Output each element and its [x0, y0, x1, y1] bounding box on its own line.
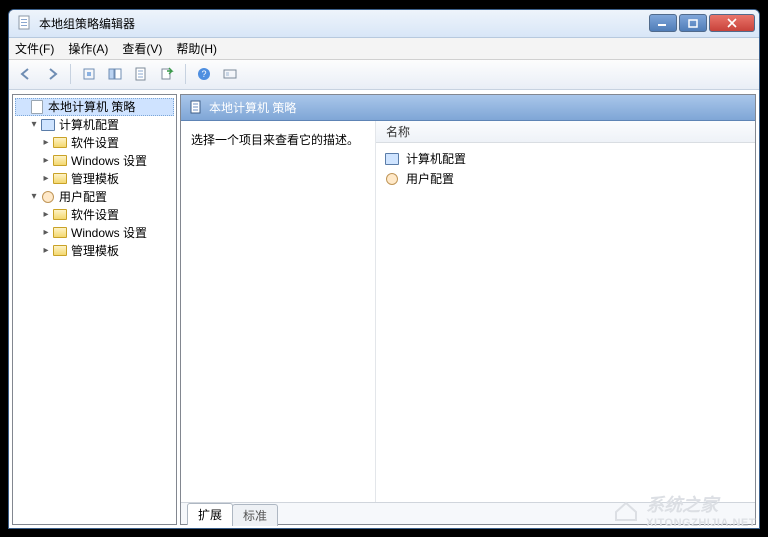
content-area: ▸ 本地计算机 策略 ▾ 计算机配置 ▸ 软件设置 ▸ Windows 设置 ▸: [9, 90, 759, 528]
tree-item-label: 计算机配置: [59, 116, 119, 133]
tree-item-label: Windows 设置: [71, 224, 147, 241]
tree-item-label: 软件设置: [71, 134, 119, 151]
tree-root-label: 本地计算机 策略: [48, 98, 135, 115]
description-pane: 选择一个项目来查看它的描述。: [181, 121, 376, 502]
folder-icon: [52, 171, 68, 187]
folder-icon: [52, 243, 68, 259]
export-button[interactable]: [156, 63, 178, 85]
svg-text:?: ?: [201, 69, 206, 79]
folder-icon: [52, 153, 68, 169]
expand-icon[interactable]: ▸: [41, 209, 51, 220]
app-icon: [17, 15, 33, 31]
tree-software-settings[interactable]: ▸ 软件设置: [15, 206, 174, 224]
computer-icon: [384, 151, 400, 167]
show-hide-tree-button[interactable]: [104, 63, 126, 85]
expand-icon[interactable]: ▸: [41, 155, 51, 166]
column-header-label: 名称: [386, 123, 410, 140]
list-item-label: 计算机配置: [406, 150, 466, 167]
tree-software-settings[interactable]: ▸ 软件设置: [15, 134, 174, 152]
tree-item-label: Windows 设置: [71, 152, 147, 169]
user-icon: [384, 171, 400, 187]
menu-view[interactable]: 查看(V): [122, 40, 162, 57]
list-item[interactable]: 用户配置: [384, 169, 747, 189]
tree-user-config[interactable]: ▾ 用户配置: [15, 188, 174, 206]
expand-icon[interactable]: ▸: [41, 227, 51, 238]
user-icon: [40, 189, 56, 205]
toolbar-separator: [185, 64, 186, 84]
tree-root[interactable]: ▸ 本地计算机 策略: [15, 98, 174, 116]
details-pane: 本地计算机 策略 选择一个项目来查看它的描述。 名称 计算机配置: [180, 94, 756, 525]
window-buttons: [649, 14, 755, 32]
minimize-button[interactable]: [649, 14, 677, 32]
window-title: 本地组策略编辑器: [39, 15, 649, 32]
tab-bar: 扩展 标准: [181, 502, 755, 524]
expand-icon[interactable]: ▸: [41, 245, 51, 256]
menu-action[interactable]: 操作(A): [68, 40, 108, 57]
tree-computer-config[interactable]: ▾ 计算机配置: [15, 116, 174, 134]
properties-button[interactable]: [130, 63, 152, 85]
list-item[interactable]: 计算机配置: [384, 149, 747, 169]
menu-file[interactable]: 文件(F): [15, 40, 54, 57]
tree-item-label: 管理模板: [71, 170, 119, 187]
help-button[interactable]: ?: [193, 63, 215, 85]
up-level-button[interactable]: [78, 63, 100, 85]
column-header-name[interactable]: 名称: [376, 121, 755, 143]
tree-admin-templates[interactable]: ▸ 管理模板: [15, 242, 174, 260]
description-text: 选择一个项目来查看它的描述。: [191, 133, 359, 147]
computer-icon: [40, 117, 56, 133]
tab-extended[interactable]: 扩展: [187, 503, 233, 525]
menubar: 文件(F) 操作(A) 查看(V) 帮助(H): [9, 38, 759, 60]
tree-pane[interactable]: ▸ 本地计算机 策略 ▾ 计算机配置 ▸ 软件设置 ▸ Windows 设置 ▸: [12, 94, 177, 525]
details-header: 本地计算机 策略: [181, 95, 755, 121]
tab-standard[interactable]: 标准: [232, 504, 278, 526]
forward-button[interactable]: [41, 63, 63, 85]
list-pane: 名称 计算机配置 用户配置: [376, 121, 755, 502]
toolbar-separator: [70, 64, 71, 84]
tree-windows-settings[interactable]: ▸ Windows 设置: [15, 152, 174, 170]
document-icon: [29, 99, 45, 115]
toolbar: ?: [9, 60, 759, 90]
collapse-icon[interactable]: ▾: [29, 119, 39, 130]
tree-windows-settings[interactable]: ▸ Windows 设置: [15, 224, 174, 242]
menu-help[interactable]: 帮助(H): [176, 40, 217, 57]
details-header-title: 本地计算机 策略: [209, 99, 296, 116]
tree-item-label: 管理模板: [71, 242, 119, 259]
back-button[interactable]: [15, 63, 37, 85]
maximize-button[interactable]: [679, 14, 707, 32]
tree-admin-templates[interactable]: ▸ 管理模板: [15, 170, 174, 188]
window: 本地组策略编辑器 文件(F) 操作(A) 查看(V) 帮助(H) ? ▸ 本地计…: [8, 9, 760, 529]
folder-icon: [52, 225, 68, 241]
close-button[interactable]: [709, 14, 755, 32]
list-item-label: 用户配置: [406, 170, 454, 187]
tree-item-label: 用户配置: [59, 188, 107, 205]
tree-item-label: 软件设置: [71, 206, 119, 223]
details-body: 选择一个项目来查看它的描述。 名称 计算机配置 用户配置: [181, 121, 755, 502]
titlebar: 本地组策略编辑器: [9, 10, 759, 38]
folder-icon: [52, 207, 68, 223]
expand-icon[interactable]: ▸: [41, 137, 51, 148]
collapse-icon[interactable]: ▾: [29, 191, 39, 202]
document-icon: [189, 100, 203, 114]
filter-button[interactable]: [219, 63, 241, 85]
list-items: 计算机配置 用户配置: [376, 143, 755, 195]
expand-icon[interactable]: ▸: [41, 173, 51, 184]
folder-icon: [52, 135, 68, 151]
